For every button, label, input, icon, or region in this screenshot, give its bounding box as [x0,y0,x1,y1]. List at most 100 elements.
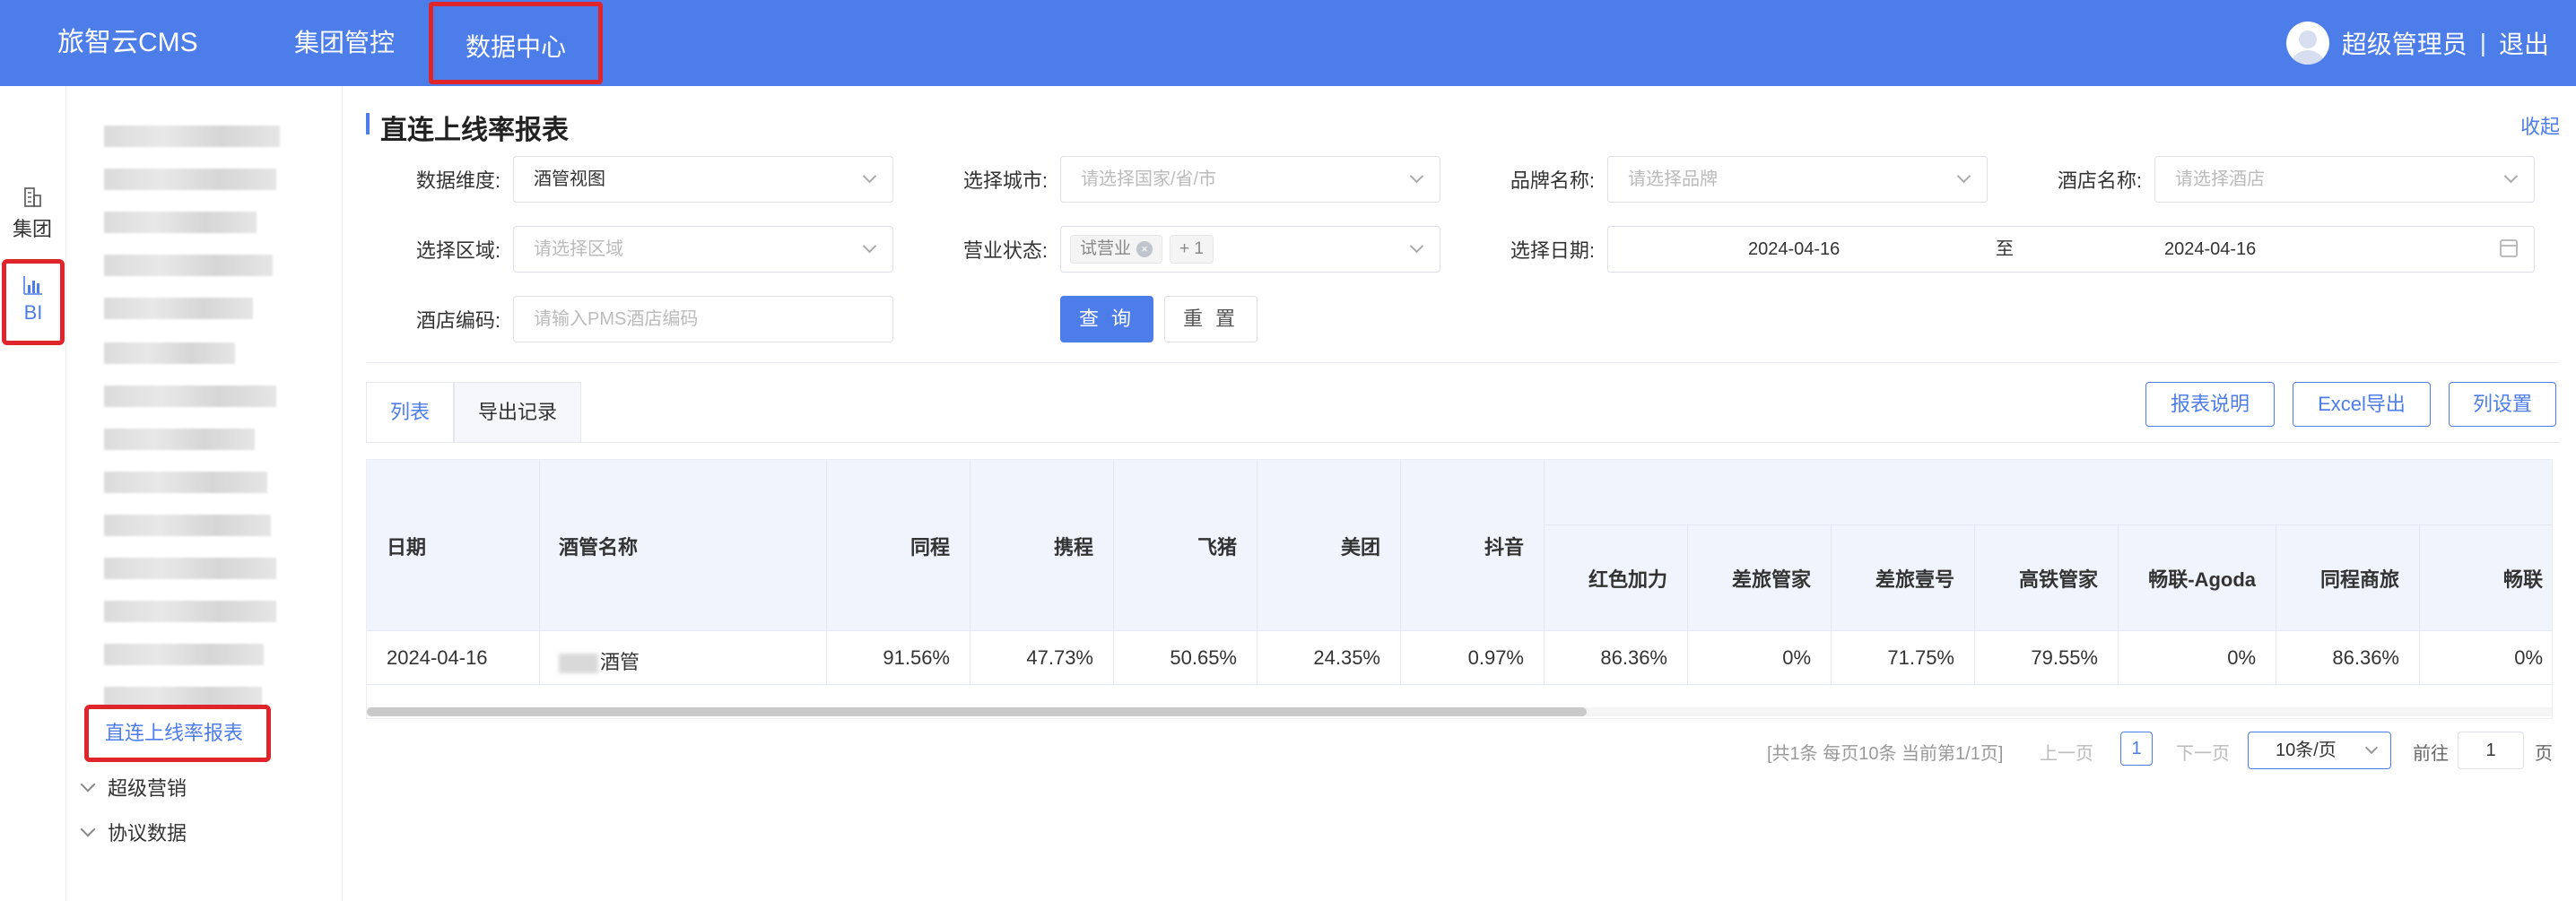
status-tag-label: 试营业 [1080,239,1132,258]
blurred-menu-item [104,342,235,364]
building-icon [24,187,41,207]
cell-value: 0% [1782,646,1811,669]
col-header-changlian[interactable]: 畅联 [2419,564,2543,593]
excel-export-button[interactable]: Excel导出 [2293,382,2431,427]
column-settings-button[interactable]: 列设置 [2449,382,2556,427]
report-info-button[interactable]: 报表说明 [2145,382,2275,427]
sidebar-group-super-marketing[interactable]: 超级营销 [80,773,187,801]
col-header-gaotie[interactable]: 高铁管家 [1974,564,2098,593]
date-from[interactable]: 2024-04-16 [1748,227,1840,272]
status-tag[interactable]: 试营业 × [1070,235,1163,264]
rail-item-bi[interactable]: BI [2,259,65,345]
blurred-menu-item [104,515,271,536]
blurred-menu-item [104,601,276,622]
status-more-tag: + 1 [1170,235,1214,264]
hotel-code-input[interactable]: 请输入PMS酒店编码 [513,296,893,342]
sidebar-group-label: 协议数据 [108,822,187,845]
code-label: 酒店编码: [415,309,500,332]
brand-logo[interactable]: 旅智云CMS [57,0,198,86]
query-button[interactable]: 查 询 [1060,296,1153,342]
city-placeholder: 请选择国家/省/市 [1081,169,1217,189]
chevron-down-icon [1409,238,1424,254]
blurred-menu-item [104,298,253,319]
col-header-tongcheng-shanglv[interactable]: 同程商旅 [2276,564,2399,593]
bar-chart-icon [23,276,42,295]
col-header-ctrip[interactable]: 携程 [970,532,1093,560]
brand-placeholder: 请选择品牌 [1628,169,1718,189]
user-name[interactable]: 超级管理员 [2342,25,2467,61]
redacted-text [559,654,598,674]
sidebar-group-label: 超级营销 [108,777,187,800]
blurred-menu-item [104,386,276,407]
col-header-hongse[interactable]: 红色加力 [1544,564,1667,593]
tab-bar: 列表 导出记录 [366,382,582,443]
col-header-date[interactable]: 日期 [387,532,426,560]
scrollbar-thumb[interactable] [367,707,1587,716]
col-header-meituan[interactable]: 美团 [1257,532,1380,560]
col-header-hotel-group[interactable]: 酒管名称 [559,532,638,560]
page-size-select[interactable]: 10条/页 [2248,732,2391,769]
header-divider [367,630,2552,631]
hotel-select[interactable]: 请选择酒店 [2154,156,2535,203]
top-bar: 旅智云CMS 集团管控 数据中心 超级管理员 | 退出 [0,0,2576,86]
brand-select[interactable]: 请选择品牌 [1607,156,1988,203]
blurred-menu-item [104,644,264,665]
logout-button[interactable]: 退出 [2499,25,2549,61]
cell-value: 79.55% [2031,646,2098,669]
rail-label: BI [23,301,43,324]
hotel-label: 酒店名称: [2057,169,2142,192]
cell-value: 47.73% [1026,646,1093,669]
date-separator: 至 [1996,239,2014,259]
cell-value: 0% [2227,646,2256,669]
tab-export-records[interactable]: 导出记录 [454,382,582,443]
hotel-placeholder: 请选择酒店 [2175,169,2265,189]
city-select[interactable]: 请选择国家/省/市 [1060,156,1440,203]
cell-value: 24.35% [1313,646,1380,669]
header-divider [1544,524,2552,525]
chevron-down-icon [80,776,96,793]
avatar[interactable] [2285,22,2329,65]
cell-date: 2024-04-16 [387,646,488,669]
chevron-down-icon [862,169,877,184]
status-label: 营业状态: [962,239,1048,262]
nav-group-control[interactable]: 集团管控 [294,0,395,86]
close-icon[interactable]: × [1136,240,1153,257]
col-header-tongcheng[interactable]: 同程 [826,532,950,560]
hotel-code-placeholder: 请输入PMS酒店编码 [534,309,699,329]
prev-page-button[interactable]: 上一页 [2040,739,2093,765]
area-select[interactable]: 请选择区域 [513,226,893,273]
col-header-chailv-guanjia[interactable]: 差旅管家 [1687,564,1811,593]
col-header-douyin[interactable]: 抖音 [1400,532,1524,560]
cell-value: 71.75% [1887,646,1954,669]
goto-page-input[interactable]: 1 [2458,732,2524,769]
user-area: 超级管理员 | 退出 [2285,0,2549,86]
data-table: 日期 酒管名称 同程 携程 飞猪 美团 抖音 红色加力 差旅管家 差旅壹号 高铁… [366,459,2553,719]
blurred-menu-item [104,169,276,190]
date-range-picker[interactable]: 2024-04-16 至 2024-04-16 [1607,226,2535,273]
cell-hotel-group: 酒管 [559,646,640,675]
date-label: 选择日期: [1510,239,1595,262]
blurred-menu-item [104,429,255,450]
page-title: 直连上线率报表 [366,108,569,147]
sidebar-item-direct-online-rate[interactable]: 直连上线率报表 [84,705,271,762]
next-page-button[interactable]: 下一页 [2176,739,2230,765]
date-to[interactable]: 2024-04-16 [2164,227,2256,272]
col-divider [539,460,540,684]
left-rail: 集团 BI [0,86,66,901]
cell-value: 86.36% [2332,646,2399,669]
reset-button[interactable]: 重 置 [1164,296,1258,342]
area-placeholder: 请选择区域 [534,239,623,259]
divider [366,362,2560,363]
col-header-fliggy[interactable]: 飞猪 [1113,532,1237,560]
tab-list[interactable]: 列表 [366,382,455,443]
dimension-select[interactable]: 酒管视图 [513,156,893,203]
col-header-chailv-yihao[interactable]: 差旅壹号 [1831,564,1954,593]
main-content: 直连上线率报表 收起 数据维度: 酒管视图 选择城市: 请选择国家/省/市 品牌… [366,86,2560,901]
rail-item-group[interactable]: 集团 [0,185,65,242]
collapse-link[interactable]: 收起 [2520,111,2560,140]
status-select[interactable]: 试营业 × + 1 [1060,226,1440,273]
sidebar-group-agreement-data[interactable]: 协议数据 [80,818,187,846]
col-header-agoda[interactable]: 畅联-Agoda [2118,564,2256,593]
page-number-current[interactable]: 1 [2120,732,2153,766]
nav-data-center[interactable]: 数据中心 [429,2,603,84]
